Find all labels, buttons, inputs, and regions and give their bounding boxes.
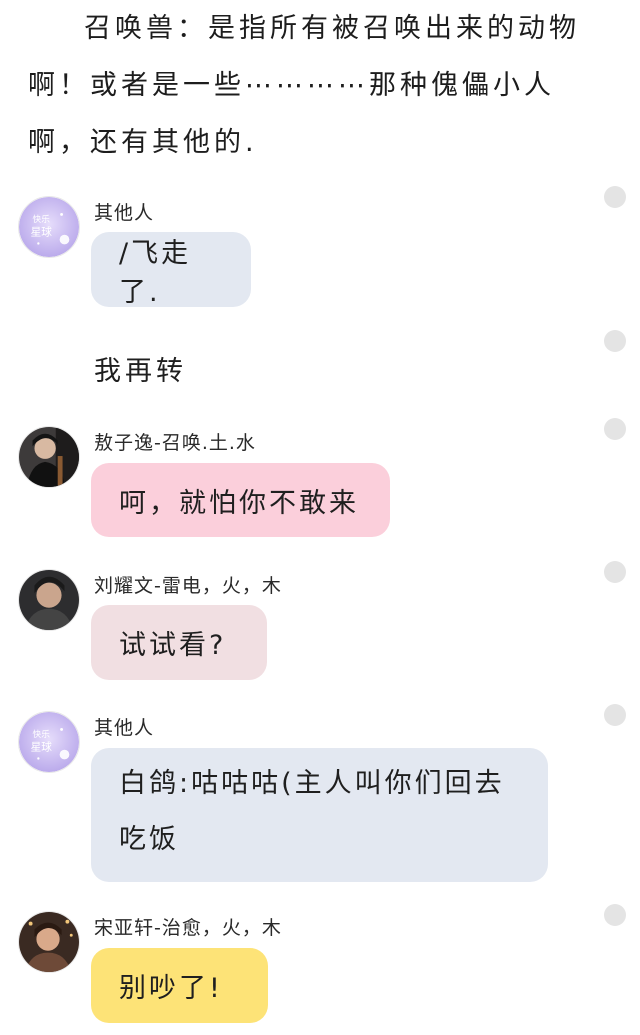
boy-night-avatar[interactable] [18,911,80,973]
narration-text: 召唤兽：是指所有被召唤出来的动物啊！或者是一些⋯⋯⋯⋯那种傀儡小人啊，还有其他的… [28,0,598,171]
svg-text:星球: 星球 [31,226,53,239]
message-status-dot[interactable] [604,418,626,440]
message-text: 我再转 [94,356,187,387]
planet-sticker-avatar[interactable]: 快乐 星球 [18,711,80,773]
svg-text:星球: 星球 [31,741,53,754]
chat-story-page: 召唤兽：是指所有被召唤出来的动物啊！或者是一些⋯⋯⋯⋯那种傀儡小人啊，还有其他的… [0,0,640,1035]
message-text: /飞走了. [119,237,192,308]
message-text: 别吵了! [119,973,223,1004]
sender-name: 宋亚轩-治愈，火，木 [94,917,282,939]
narration-paragraph: 召唤兽：是指所有被召唤出来的动物啊！或者是一些⋯⋯⋯⋯那种傀儡小人啊，还有其他的… [28,13,580,158]
sender-name: 其他人 [94,202,155,224]
message-text: 试试看? [119,630,227,661]
message-text: 白鸽:咕咕咕(主人叫你们回去吃饭 [119,768,505,855]
message-text: 呵，就怕你不敢来 [119,487,359,519]
message-bubble[interactable]: 呵，就怕你不敢来 [91,463,390,537]
message-status-dot[interactable] [604,904,626,926]
sender-name: 刘耀文-雷电，火，木 [94,575,282,597]
boy-portrait-avatar[interactable] [18,569,80,631]
message-status-dot[interactable] [604,561,626,583]
planet-sticker-avatar[interactable]: 快乐 星球 [18,196,80,258]
message-bubble[interactable]: 别吵了! [91,948,268,1023]
sender-name: 其他人 [94,717,155,739]
sender-name: 敖子逸-召唤.土.水 [94,432,256,454]
message-status-dot[interactable] [604,186,626,208]
boy-guitar-avatar[interactable] [18,426,80,488]
svg-text:快乐: 快乐 [33,213,51,225]
message-status-dot[interactable] [604,330,626,352]
message-bubble[interactable]: /飞走了. [91,232,251,308]
svg-text:快乐: 快乐 [33,728,51,740]
message-bubble[interactable]: 白鸽:咕咕咕(主人叫你们回去吃饭 [91,748,548,882]
message-status-dot[interactable] [604,704,626,726]
message-bubble[interactable]: 试试看? [91,605,267,680]
